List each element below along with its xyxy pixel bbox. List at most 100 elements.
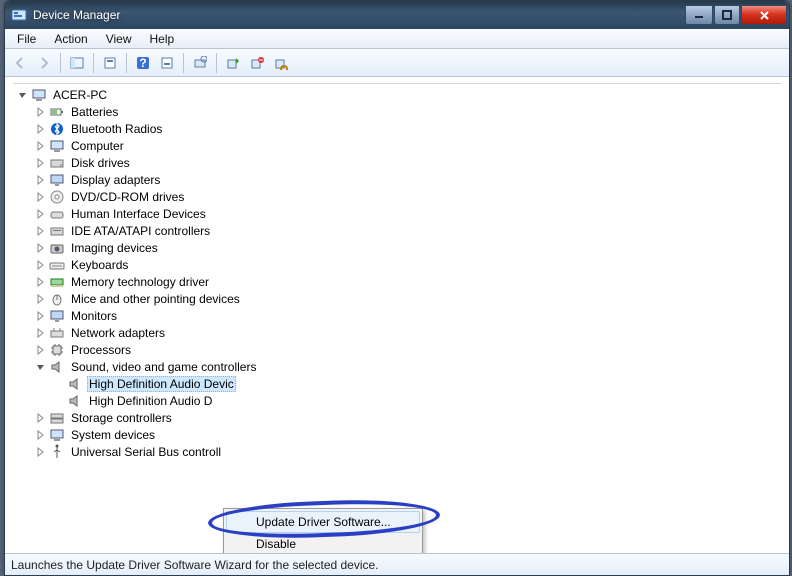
close-button[interactable]	[741, 5, 787, 25]
tree-device-node[interactable]: High Definition Audio Devic	[53, 375, 785, 392]
speaker-icon	[67, 393, 83, 409]
uninstall-button[interactable]	[246, 52, 268, 74]
tree-category-label: Keyboards	[69, 258, 130, 272]
tree-category-label: Processors	[69, 343, 133, 357]
action-button[interactable]	[156, 52, 178, 74]
network-icon	[49, 325, 65, 341]
expander-closed-icon[interactable]	[35, 242, 47, 254]
maximize-button[interactable]	[714, 5, 740, 25]
keyboard-icon	[49, 257, 65, 273]
menu-file[interactable]: File	[9, 31, 44, 47]
disable-button[interactable]	[270, 52, 292, 74]
forward-button[interactable]	[33, 52, 55, 74]
tree-category-label: Bluetooth Radios	[69, 122, 164, 136]
content-divider	[13, 83, 781, 84]
expander-closed-icon[interactable]	[35, 276, 47, 288]
ctx-disable[interactable]: Disable	[226, 533, 420, 553]
window-buttons	[684, 5, 787, 25]
computer-icon	[49, 138, 65, 154]
tree-category-node[interactable]: Universal Serial Bus controll	[35, 443, 785, 460]
dvd-icon	[49, 189, 65, 205]
menu-view[interactable]: View	[98, 31, 140, 47]
tree-category-node[interactable]: Display adapters	[35, 171, 785, 188]
expander-closed-icon[interactable]	[35, 429, 47, 441]
expander-closed-icon[interactable]	[35, 412, 47, 424]
expander-closed-icon[interactable]	[35, 310, 47, 322]
tree-category-node[interactable]: Human Interface Devices	[35, 205, 785, 222]
tree-category-node[interactable]: Imaging devices	[35, 239, 785, 256]
toolbar: ?	[5, 49, 789, 77]
tree-category-node[interactable]: Memory technology driver	[35, 273, 785, 290]
tree-category-node[interactable]: Keyboards	[35, 256, 785, 273]
tree-root-node[interactable]: ACER-PC	[17, 86, 785, 103]
device-tree-pane[interactable]: ACER-PCBatteries Bluetooth RadiosComputer…	[5, 77, 789, 553]
bluetooth-icon	[49, 121, 65, 137]
tree-category-node[interactable]: Bluetooth Radios	[35, 120, 785, 137]
cpu-icon	[49, 342, 65, 358]
expander-closed-icon[interactable]	[35, 225, 47, 237]
mouse-icon	[49, 291, 65, 307]
computer-icon	[31, 87, 47, 103]
tree-category-node[interactable]: Network adapters	[35, 324, 785, 341]
ctx-update-driver[interactable]: Update Driver Software...	[226, 511, 420, 533]
tree-category-node[interactable]: Computer	[35, 137, 785, 154]
expander-closed-icon[interactable]	[35, 191, 47, 203]
update-driver-button[interactable]	[222, 52, 244, 74]
tree-category-label: Storage controllers	[69, 411, 174, 425]
tree-category-node[interactable]: Batteries	[35, 103, 785, 120]
tree-category-node[interactable]: Monitors	[35, 307, 785, 324]
show-hide-console-tree-button[interactable]	[66, 52, 88, 74]
menu-action[interactable]: Action	[46, 31, 95, 47]
titlebar[interactable]: Device Manager	[5, 1, 789, 29]
tree-device-node[interactable]: High Definition Audio D	[53, 392, 785, 409]
tree-category-label: DVD/CD-ROM drives	[69, 190, 186, 204]
memory-icon	[49, 274, 65, 290]
tree-category-label: Display adapters	[69, 173, 162, 187]
expander-closed-icon[interactable]	[35, 208, 47, 220]
expander-closed-icon[interactable]	[35, 140, 47, 152]
disk-icon	[49, 155, 65, 171]
help-button[interactable]: ?	[132, 52, 154, 74]
tree-category-label: IDE ATA/ATAPI controllers	[69, 224, 212, 238]
tree-category-node[interactable]: System devices	[35, 426, 785, 443]
menubar: File Action View Help	[5, 29, 789, 49]
toolbar-separator	[126, 53, 127, 73]
speaker-icon	[67, 376, 83, 392]
tree-category-node[interactable]: Processors	[35, 341, 785, 358]
expander-closed-icon[interactable]	[35, 157, 47, 169]
menu-help[interactable]: Help	[142, 31, 183, 47]
expander-closed-icon[interactable]	[35, 259, 47, 271]
back-button[interactable]	[9, 52, 31, 74]
expander-closed-icon[interactable]	[35, 106, 47, 118]
expander-closed-icon[interactable]	[35, 174, 47, 186]
tree-category-node[interactable]: Mice and other pointing devices	[35, 290, 785, 307]
scan-hardware-button[interactable]	[189, 52, 211, 74]
expander-open-icon[interactable]	[17, 89, 29, 101]
tree-root-label: ACER-PC	[51, 88, 109, 102]
context-menu: Update Driver Software... Disable Uninst…	[223, 508, 423, 553]
tree-category-node[interactable]: IDE ATA/ATAPI controllers	[35, 222, 785, 239]
tree-category-label: Sound, video and game controllers	[69, 360, 258, 374]
tree-category-label: Human Interface Devices	[69, 207, 208, 221]
expander-closed-icon[interactable]	[35, 327, 47, 339]
tree-category-label: Mice and other pointing devices	[69, 292, 242, 306]
expander-open-icon[interactable]	[35, 361, 47, 373]
properties-button[interactable]	[99, 52, 121, 74]
expander-closed-icon[interactable]	[35, 344, 47, 356]
expander-closed-icon[interactable]	[35, 446, 47, 458]
minimize-button[interactable]	[685, 5, 713, 25]
expander-closed-icon[interactable]	[35, 293, 47, 305]
battery-icon	[49, 104, 65, 120]
svg-text:?: ?	[139, 56, 146, 70]
expander-closed-icon[interactable]	[35, 123, 47, 135]
display-adapter-icon	[49, 172, 65, 188]
tree-category-label: Network adapters	[69, 326, 167, 340]
tree-category-node[interactable]: Storage controllers	[35, 409, 785, 426]
tree-category-node[interactable]: Sound, video and game controllers	[35, 358, 785, 375]
monitor-icon	[49, 308, 65, 324]
system-icon	[49, 427, 65, 443]
toolbar-separator	[93, 53, 94, 73]
window-title: Device Manager	[33, 8, 684, 22]
tree-category-node[interactable]: DVD/CD-ROM drives	[35, 188, 785, 205]
tree-category-node[interactable]: Disk drives	[35, 154, 785, 171]
